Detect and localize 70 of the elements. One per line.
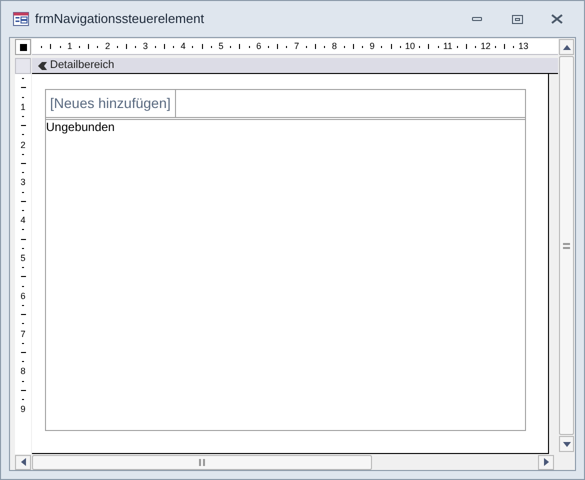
ruler-tick — [126, 44, 127, 49]
ruler-tick — [22, 210, 24, 212]
ruler-number: 7 — [293, 42, 300, 51]
form-icon — [13, 12, 29, 26]
ruler-tick — [202, 44, 203, 49]
close-icon — [551, 14, 563, 24]
right-arrow-icon — [544, 458, 548, 466]
ruler-number: 9 — [20, 404, 26, 414]
ruler-number: 6 — [20, 290, 26, 301]
ruler-tick — [22, 361, 24, 362]
ruler-tick — [50, 44, 52, 49]
ruler-number: 2 — [104, 42, 112, 51]
scroll-up-button[interactable] — [559, 39, 574, 55]
ruler-tick — [20, 390, 26, 391]
ruler-number: 8 — [330, 42, 338, 51]
form-selector[interactable] — [20, 44, 26, 50]
ruler-number: 1 — [20, 102, 26, 112]
ruler-number: 3 — [142, 42, 149, 51]
ruler-tick — [22, 78, 24, 80]
ruler-tick — [20, 276, 26, 278]
ruler-tick — [20, 200, 26, 202]
ruler-number: 4 — [180, 42, 187, 51]
ruler-tick — [20, 162, 26, 164]
ruler-tick — [239, 44, 240, 49]
left-arrow-icon — [20, 458, 26, 466]
ruler-number: 12 — [480, 42, 491, 51]
ruler-tick — [20, 352, 26, 353]
ruler-tick — [504, 44, 505, 49]
subform-label: Ungebunden — [46, 120, 116, 134]
section-icon — [38, 62, 47, 70]
ruler-number: 10 — [404, 42, 415, 51]
ruler-tick — [22, 399, 24, 400]
scroll-down-button[interactable] — [559, 436, 574, 452]
ruler-number: 2 — [20, 140, 26, 150]
section-title: Detailbereich — [50, 58, 114, 74]
vertical-scroll-thumb[interactable] — [559, 56, 574, 435]
ruler-tick — [22, 116, 24, 117]
ruler-tick — [277, 44, 278, 49]
up-arrow-icon — [562, 44, 570, 50]
ruler-number: 8 — [20, 366, 26, 376]
window-title: frmNavigationssteuerelement — [35, 10, 204, 28]
ruler-tick — [20, 87, 26, 88]
ruler-number: 7 — [20, 328, 26, 339]
ruler-tick — [20, 125, 26, 126]
ruler-tick — [428, 44, 430, 49]
down-arrow-icon — [562, 442, 570, 446]
ruler-tick — [20, 238, 26, 240]
ruler-number: 13 — [518, 42, 528, 51]
ruler-tick — [20, 314, 26, 316]
ruler-tick — [164, 44, 165, 49]
ruler-number: 11 — [442, 42, 453, 51]
ruler-tick — [352, 44, 354, 49]
ruler-number: 5 — [217, 42, 224, 51]
ruler-number: 6 — [255, 42, 262, 51]
ruler-tick — [22, 267, 24, 268]
ruler-number: 9 — [368, 42, 376, 51]
ruler-tick — [314, 44, 316, 49]
scroll-right-button[interactable] — [538, 454, 554, 470]
ruler-number: 1 — [66, 42, 74, 51]
ruler-tick — [22, 248, 24, 249]
scroll-left-button[interactable] — [15, 454, 31, 470]
section-header[interactable]: Detailbereich — [32, 58, 558, 74]
ruler-tick — [390, 44, 392, 49]
ruler-number: 5 — [20, 252, 26, 263]
ruler-tick — [466, 44, 468, 49]
ruler-tick — [22, 304, 24, 306]
ruler-number: 4 — [20, 215, 26, 226]
horizontal-scroll-thumb[interactable] — [32, 454, 372, 470]
ruler-number: 3 — [20, 177, 26, 188]
ruler-tick — [88, 44, 90, 49]
